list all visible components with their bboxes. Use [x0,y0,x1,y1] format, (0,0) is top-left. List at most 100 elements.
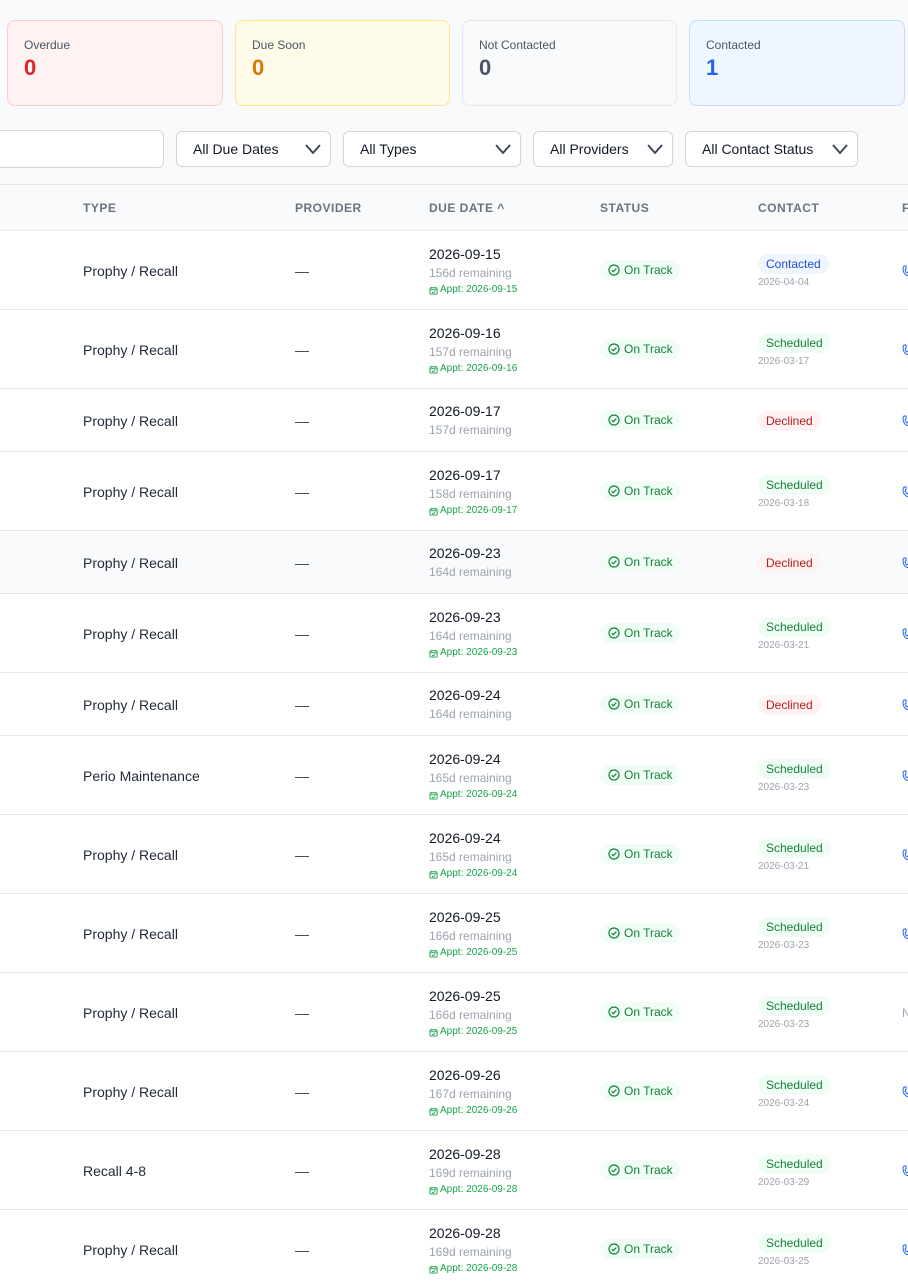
row-contact: Scheduled 2026-03-24 [758,1075,831,1110]
providers-select[interactable]: All Providers [533,131,673,167]
table-row[interactable]: Prophy / Recall — 2026-09-23 164d remaining… [0,594,908,673]
calendar-icon [429,1028,438,1037]
table-row[interactable]: Prophy / Recall — 2026-09-26 167d remaining… [0,1052,908,1131]
status-badge: On Track [600,410,680,430]
row-action[interactable] [902,415,908,430]
contacted-card[interactable]: Contacted 1 [689,20,905,106]
row-contact: Scheduled 2026-03-21 [758,838,831,873]
calendar-icon [429,507,438,516]
not-contacted-card[interactable]: Not Contacted 0 [462,20,677,106]
table-row[interactable]: Prophy / Recall — 2026-09-17 158d remaining… [0,452,908,531]
col-type-header[interactable]: TYPE [83,201,116,215]
phone-icon[interactable] [902,628,908,640]
phone-icon[interactable] [902,344,908,356]
row-action[interactable] [902,344,908,359]
search-input[interactable] [0,130,164,168]
row-status: On Track [600,410,680,431]
phone-icon[interactable] [902,1086,908,1098]
row-type: Prophy / Recall [83,263,178,279]
status-badge: On Track [600,1081,680,1101]
contact-badge[interactable]: Scheduled [758,759,831,779]
table-row[interactable]: Prophy / Recall — 2026-09-16 157d remaining… [0,310,908,389]
row-action[interactable] [902,1165,908,1180]
col-contact-header[interactable]: CONTACT [758,201,819,215]
contacted-label: Contacted [706,38,761,52]
contact-badge[interactable]: Scheduled [758,333,831,353]
contact-badge[interactable]: Scheduled [758,838,831,858]
calendar-icon [429,791,438,800]
row-remaining: 165d remaining [429,771,512,785]
contact-badge[interactable]: Scheduled [758,917,831,937]
phone-icon[interactable] [902,770,908,782]
due-dates-select[interactable]: All Due Dates [176,131,331,167]
row-action[interactable] [902,486,908,501]
table-row[interactable]: Prophy / Recall — 2026-09-17 157d remaining… [0,389,908,452]
table-row[interactable]: Prophy / Recall — 2026-09-23 164d remaining… [0,531,908,594]
contact-status-select[interactable]: All Contact Status [685,131,858,167]
table-body: Prophy / Recall — 2026-09-15 156d remaining… [0,231,908,1286]
row-due-date-cell: 2026-09-17 158d remaining Appt: 2026-09-17 [429,466,517,517]
phone-icon[interactable] [902,928,908,940]
row-due-date: 2026-09-16 [429,325,501,341]
contact-badge[interactable]: Scheduled [758,1075,831,1095]
col-provider-header[interactable]: PROVIDER [295,201,362,215]
table-row[interactable]: Prophy / Recall — 2026-09-25 166d remaining… [0,973,908,1052]
contact-badge[interactable]: Scheduled [758,617,831,637]
phone-icon[interactable] [902,849,908,861]
col-extra-header[interactable]: F [902,201,908,215]
row-action[interactable] [902,699,908,714]
col-status-header[interactable]: STATUS [600,201,649,215]
table-row[interactable]: Recall 4-8 — 2026-09-28 169d remaining Appt:… [0,1131,908,1210]
phone-icon[interactable] [902,1244,908,1256]
row-status: On Track [600,339,680,360]
due-soon-card[interactable]: Due Soon 0 [235,20,450,106]
row-due-date: 2026-09-23 [429,609,501,625]
contact-badge[interactable]: Scheduled [758,996,831,1016]
contact-badge[interactable]: Contacted [758,254,829,274]
contact-badge[interactable]: Scheduled [758,475,831,495]
table-row[interactable]: Prophy / Recall — 2026-09-24 165d remaining… [0,815,908,894]
row-contact: Scheduled 2026-03-18 [758,475,831,510]
table-row[interactable]: Prophy / Recall — 2026-09-15 156d remaining… [0,231,908,310]
contact-badge[interactable]: Declined [758,553,821,573]
row-action[interactable] [902,265,908,280]
contact-badge[interactable]: Declined [758,695,821,715]
row-appointment-text: Appt: 2026-09-25 [440,1026,518,1037]
phone-icon[interactable] [902,486,908,498]
phone-icon[interactable] [902,265,908,277]
status-badge: On Track [600,765,680,785]
types-select[interactable]: All Types [343,131,521,167]
phone-icon[interactable] [902,557,908,569]
phone-icon[interactable] [902,1165,908,1177]
row-action[interactable] [902,770,908,785]
row-action[interactable] [902,1244,908,1259]
status-badge: On Track [600,844,680,864]
row-action[interactable] [902,928,908,943]
chevron-down-icon [305,144,321,155]
row-status: On Track [600,1239,680,1260]
row-appointment-text: Appt: 2026-09-23 [440,647,518,658]
row-status: On Track [600,765,680,786]
table-row[interactable]: Perio Maintenance — 2026-09-24 165d remaini… [0,736,908,815]
phone-icon[interactable] [902,415,908,427]
row-action[interactable] [902,849,908,864]
row-appointment: Appt: 2026-09-24 [429,789,517,801]
phone-icon[interactable] [902,699,908,711]
contact-badge[interactable]: Scheduled [758,1154,831,1174]
table-row[interactable]: Prophy / Recall — 2026-09-28 169d remaining… [0,1210,908,1286]
contact-badge[interactable]: Scheduled [758,1233,831,1253]
status-badge: On Track [600,339,680,359]
row-action[interactable] [902,1086,908,1101]
table-row[interactable]: Prophy / Recall — 2026-09-24 164d remaining… [0,673,908,736]
row-action[interactable] [902,628,908,643]
row-contact: Scheduled 2026-03-21 [758,617,831,652]
contact-badge[interactable]: Declined [758,411,821,431]
due-dates-select-value: All Due Dates [193,141,279,157]
row-provider: — [295,1005,309,1021]
status-badge: On Track [600,481,680,501]
row-contact-date: 2026-03-21 [758,640,810,651]
table-row[interactable]: Prophy / Recall — 2026-09-25 166d remaining… [0,894,908,973]
col-due-date-header[interactable]: DUE DATE ^ [429,201,505,215]
overdue-card[interactable]: Overdue 0 [7,20,223,106]
row-action[interactable] [902,557,908,572]
